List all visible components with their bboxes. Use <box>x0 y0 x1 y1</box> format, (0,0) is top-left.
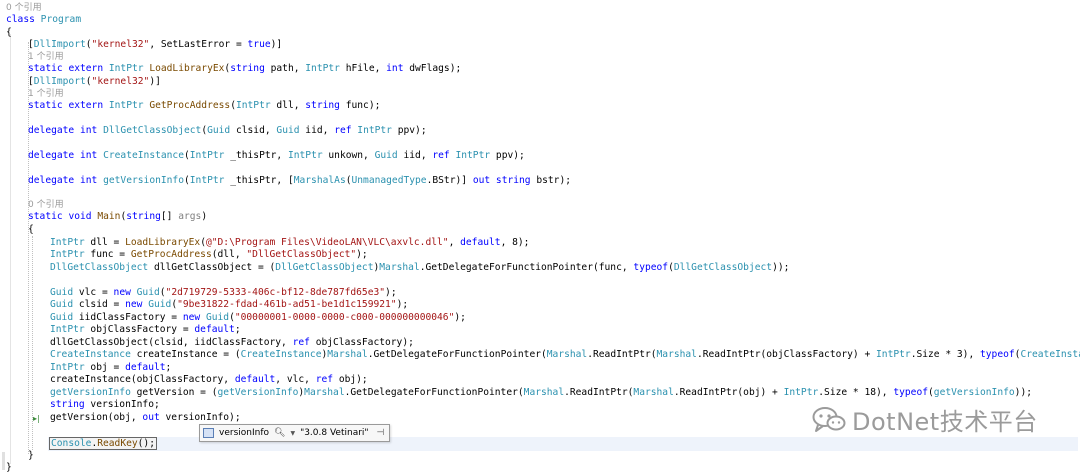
datatip-name: versionInfo <box>219 428 269 438</box>
code-line[interactable]: Guid iidClassFactory = new Guid("0000000… <box>50 312 466 324</box>
code-lens[interactable]: 0 个引用 <box>28 199 64 211</box>
current-code-line[interactable]: Console.ReadKey(); <box>49 437 157 450</box>
code-line[interactable]: static void Main(string[] args) <box>28 211 207 223</box>
code-line[interactable]: IntPtr objClassFactory = default; <box>50 324 241 336</box>
code-line[interactable]: dllGetClassObject(clsid, iidClassFactory… <box>50 337 414 349</box>
code-line[interactable]: CreateInstance createInstance = (CreateI… <box>50 349 1080 361</box>
code-line[interactable]: Guid vlc = new Guid("2d719729-5333-406c-… <box>50 287 397 299</box>
code-lens[interactable]: 0 个引用 <box>6 2 42 14</box>
code-line[interactable]: [DllImport("kernel32")] <box>28 76 161 88</box>
code-line[interactable]: getVersionInfo getVersion = (getVersionI… <box>50 387 1032 399</box>
code-line[interactable]: { <box>28 224 34 236</box>
gutter-margin <box>2 452 5 470</box>
code-line[interactable]: createInstance(objClassFactory, default,… <box>50 374 368 386</box>
code-lens[interactable]: 1 个引用 <box>28 51 64 63</box>
code-line[interactable]: delegate int CreateInstance(IntPtr _this… <box>28 150 525 162</box>
code-line[interactable]: Guid clsid = new Guid("9be31822-fdad-461… <box>50 299 408 311</box>
code-line[interactable]: } <box>28 450 34 462</box>
code-line[interactable]: string versionInfo; <box>50 399 160 411</box>
code-line[interactable]: [DllImport("kernel32", SetLastError = tr… <box>28 39 282 51</box>
gutter-line <box>10 34 11 464</box>
wechat-icon <box>812 406 846 434</box>
watermark-text: DotNet技术平台 <box>852 408 1038 436</box>
code-line[interactable]: } <box>6 462 12 474</box>
breakpoint-arrow-icon[interactable]: ▸| <box>33 414 40 423</box>
code-line[interactable]: getVersion(obj, out versionInfo); <box>50 412 241 424</box>
field-icon <box>203 428 214 438</box>
code-line[interactable]: static extern IntPtr GetProcAddress(IntP… <box>28 100 380 112</box>
code-line[interactable]: IntPtr obj = default; <box>50 362 171 374</box>
code-line[interactable]: { <box>6 27 12 39</box>
code-lens[interactable]: 1 个引用 <box>28 88 64 100</box>
datatip-value[interactable]: "3.0.8 Vetinari" <box>300 428 368 438</box>
code-line[interactable]: delegate int DllGetClassObject(Guid clsi… <box>28 125 427 137</box>
watermark: DotNet技术平台 <box>812 402 1038 437</box>
code-line[interactable]: IntPtr dll = LoadLibraryEx(@"D:\Program … <box>50 237 529 249</box>
code-line[interactable]: IntPtr func = GetProcAddress(dll, "DllGe… <box>50 249 368 261</box>
code-line[interactable]: static extern IntPtr LoadLibraryEx(strin… <box>28 63 461 75</box>
chevron-down-icon[interactable]: ▼ <box>290 430 295 437</box>
code-line[interactable]: class Program <box>6 14 81 26</box>
code-line[interactable]: DllGetClassObject dllGetClassObject = (D… <box>50 262 789 274</box>
code-line[interactable]: delegate int getVersionInfo(IntPtr _this… <box>28 175 571 187</box>
pin-icon[interactable]: ⊣ <box>377 428 385 438</box>
data-tip[interactable]: versionInfo 🔍︎ ▼ "3.0.8 Vetinari" ⊣ <box>199 424 391 442</box>
search-icon[interactable]: 🔍︎ <box>274 428 285 438</box>
